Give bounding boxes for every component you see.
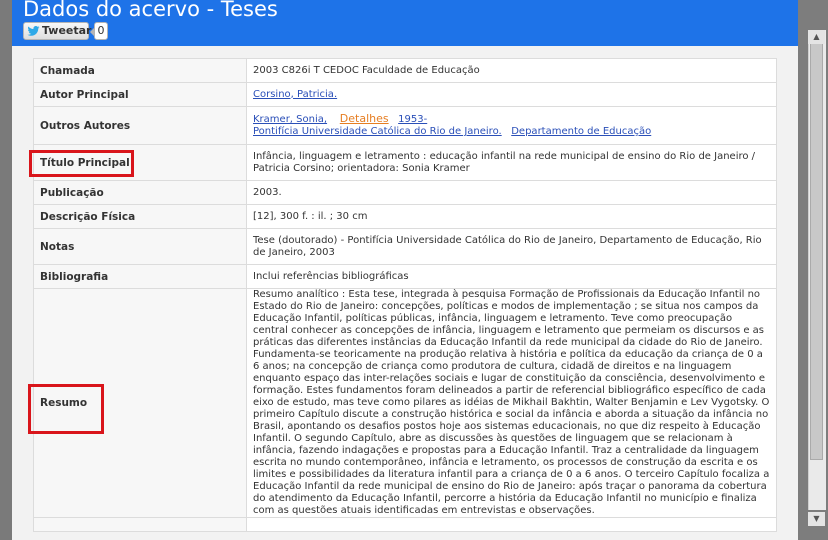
field-value: Tese (doutorado) - Pontifícia Universida… <box>246 228 777 265</box>
table-row: Descrição Física [12], 300 f. : il. ; 30… <box>33 204 777 229</box>
institution-link[interactable]: Pontifícia Universidade Católica do Rio … <box>253 126 502 137</box>
field-label: Chamada <box>33 58 247 83</box>
table-row: Outros Autores Kramer, Sonia, Detalhes 1… <box>33 106 777 145</box>
field-value <box>246 517 777 532</box>
twitter-bird-icon <box>27 26 40 36</box>
modal-title: Dados do acervo - Teses <box>23 0 278 21</box>
resumo-highlight-box <box>28 384 104 434</box>
scroll-up-arrow-icon[interactable]: ▲ <box>808 30 825 44</box>
scroll-down-arrow-icon[interactable]: ▼ <box>808 512 825 526</box>
modal-header: Dados do acervo - Teses Tweetar 0 <box>12 0 798 46</box>
table-row <box>33 517 777 532</box>
field-label: Descrição Física <box>33 204 247 229</box>
field-label: Outros Autores <box>33 106 247 145</box>
abstract-text: Resumo analítico : Esta tese, integrada … <box>246 288 777 518</box>
content-panel: Chamada 2003 C826i T CEDOC Faculdade de … <box>12 46 798 540</box>
field-label: Bibliografia <box>33 264 247 289</box>
field-label <box>33 517 247 532</box>
table-row: Título Principal Infância, linguagem e l… <box>33 144 777 181</box>
field-value: 2003 C826i T CEDOC Faculdade de Educação <box>246 58 777 83</box>
field-value: Infância, linguagem e letramento : educa… <box>246 144 777 181</box>
coauthor-link[interactable]: Kramer, Sonia, <box>253 114 327 125</box>
year-link[interactable]: 1953- <box>398 114 427 125</box>
table-row: Notas Tese (doutorado) - Pontifícia Univ… <box>33 228 777 265</box>
table-row: Chamada 2003 C826i T CEDOC Faculdade de … <box>33 58 777 83</box>
titulo-highlight-box <box>29 150 134 177</box>
field-value: 2003. <box>246 180 777 205</box>
table-row: Autor Principal Corsino, Patricia. <box>33 82 777 107</box>
author-link[interactable]: Corsino, Patricia. <box>253 89 337 100</box>
department-link[interactable]: Departamento de Educação <box>511 126 651 137</box>
record-table: Chamada 2003 C826i T CEDOC Faculdade de … <box>33 58 777 532</box>
record-modal: Dados do acervo - Teses Tweetar 0 Chamad… <box>12 0 798 540</box>
table-row: Bibliografia Inclui referências bibliogr… <box>33 264 777 289</box>
tweet-count: 0 <box>90 22 108 40</box>
table-row: Resumo Resumo analítico : Esta tese, int… <box>33 288 777 518</box>
backdrop-area <box>0 0 12 540</box>
field-value: Inclui referências bibliográficas <box>246 264 777 289</box>
field-value: Corsino, Patricia. <box>246 82 777 107</box>
scrollbar-thumb[interactable] <box>810 40 823 460</box>
table-row: Publicação 2003. <box>33 180 777 205</box>
detalhes-link[interactable]: Detalhes <box>340 112 389 125</box>
field-label: Publicação <box>33 180 247 205</box>
field-label: Notas <box>33 228 247 265</box>
field-value: [12], 300 f. : il. ; 30 cm <box>246 204 777 229</box>
tweet-button[interactable]: Tweetar <box>23 22 92 40</box>
field-value: Kramer, Sonia, Detalhes 1953- Pontifícia… <box>246 106 777 145</box>
tweet-label: Tweetar <box>42 24 92 37</box>
field-label: Autor Principal <box>33 82 247 107</box>
